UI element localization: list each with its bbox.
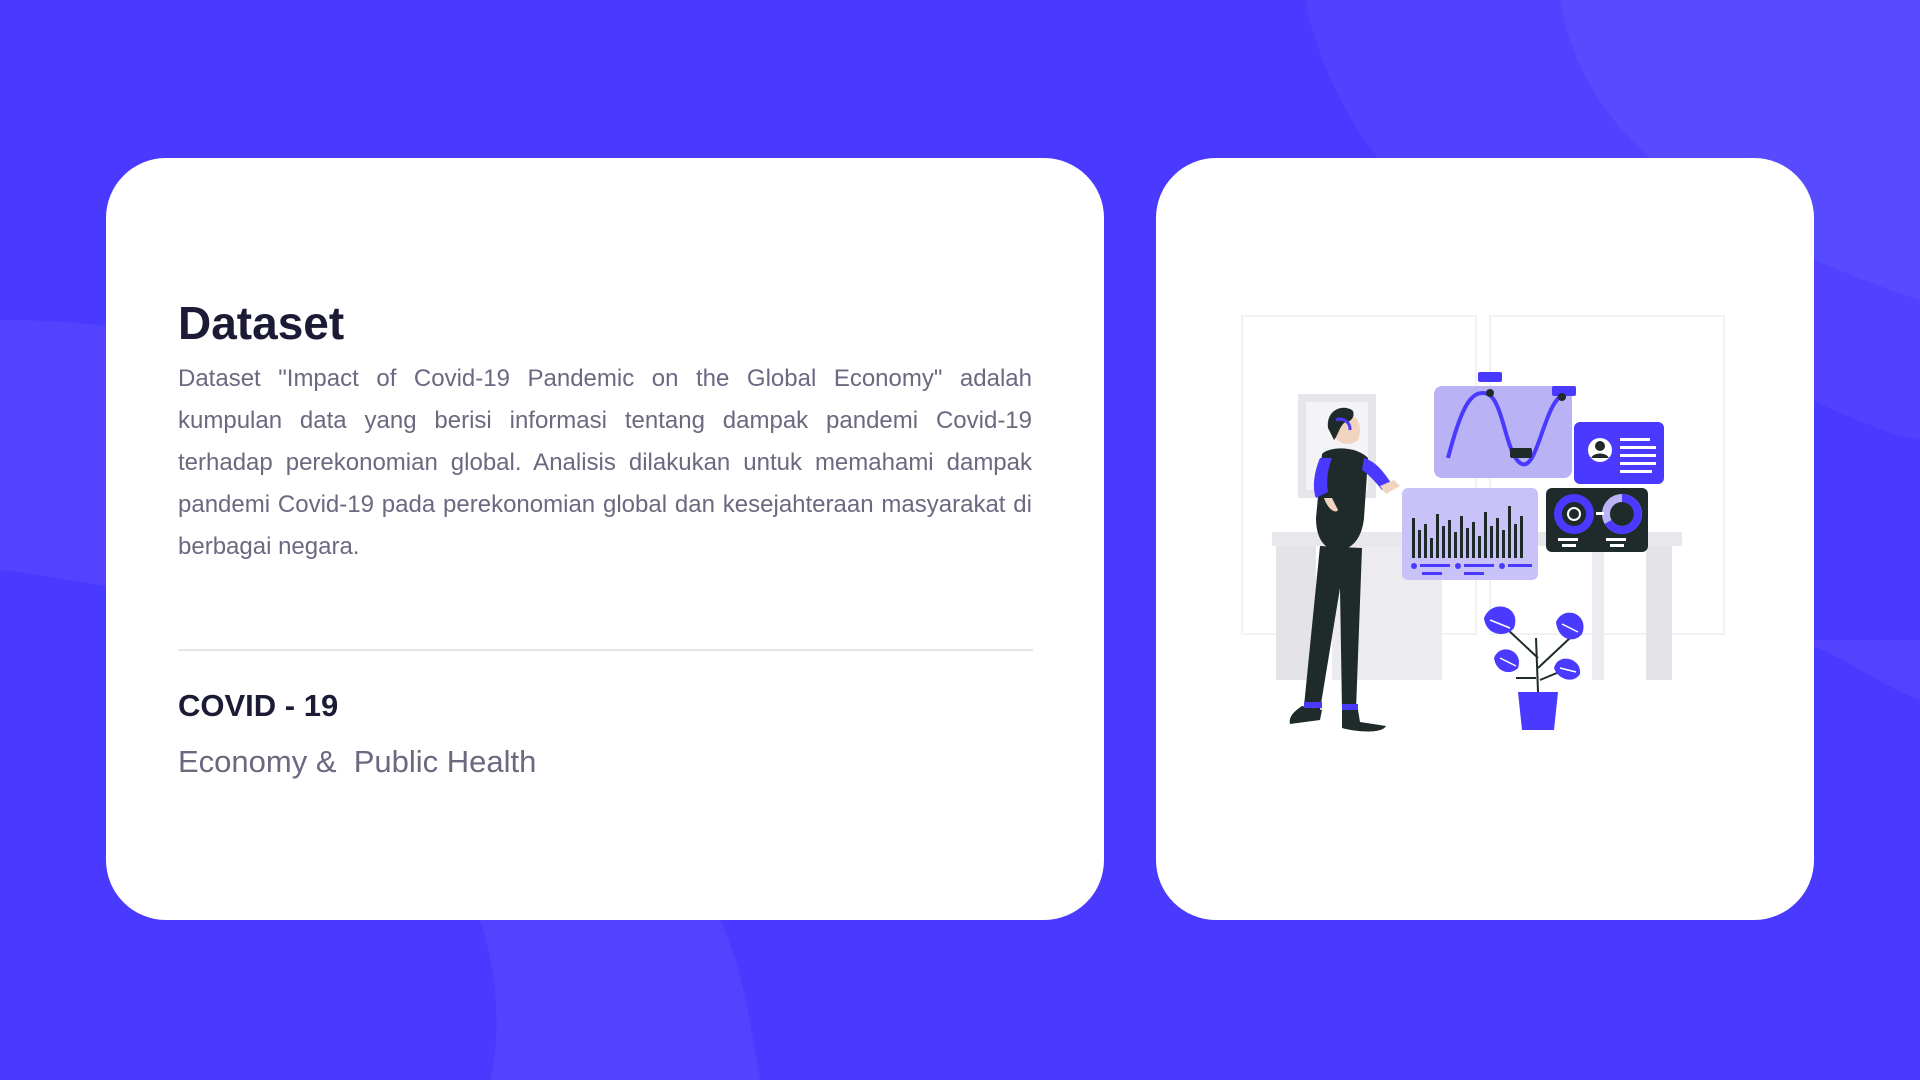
topic-title: COVID - 19 — [178, 688, 339, 723]
dataset-card: Dataset Dataset "Impact of Covid-19 Pand… — [106, 158, 1104, 920]
dataset-description: Dataset "Impact of Covid-19 Pandemic on … — [178, 365, 1032, 560]
illustration-card — [1156, 158, 1814, 920]
divider — [178, 649, 1033, 651]
topic-subtitle: Economy & Public Health — [178, 744, 537, 779]
data-analyst-illustration — [1241, 315, 1725, 732]
dataset-title: Dataset — [178, 297, 345, 349]
